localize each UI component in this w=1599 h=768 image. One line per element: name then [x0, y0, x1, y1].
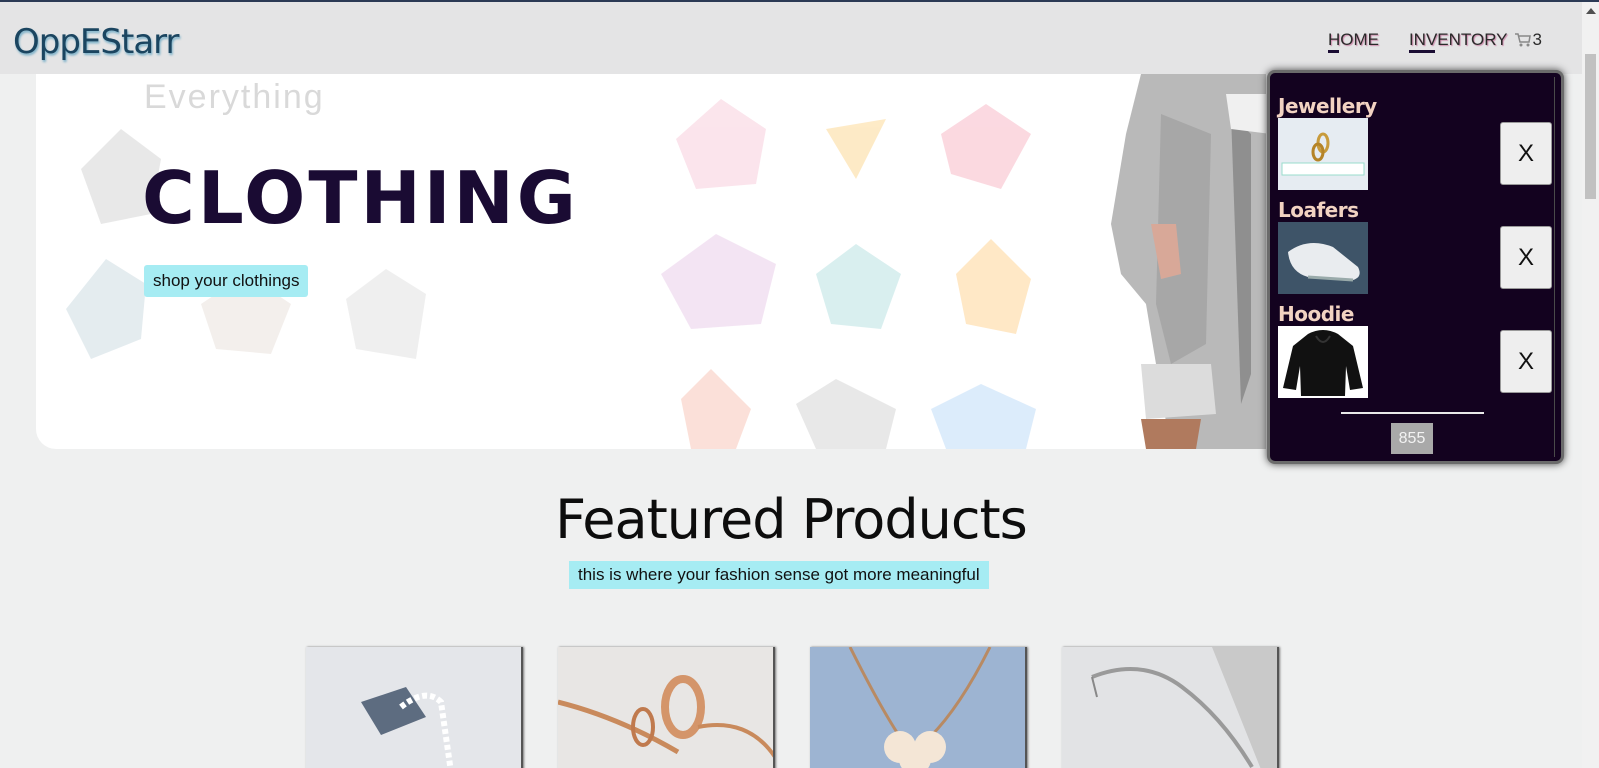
hero-subtitle: Everything — [144, 78, 325, 116]
product-image — [558, 647, 773, 768]
cart-divider — [1341, 412, 1484, 414]
product-card[interactable] — [1062, 647, 1279, 768]
jewellery-thumbnail — [1278, 118, 1368, 190]
nav-home-label: HOME — [1327, 30, 1379, 49]
gem-icon — [676, 99, 766, 189]
nav-underline — [1408, 50, 1435, 53]
featured-title: Featured Products — [555, 488, 1028, 551]
remove-item-button[interactable]: X — [1500, 122, 1552, 185]
scroll-thumb[interactable] — [1585, 54, 1596, 199]
gem-icon — [816, 244, 901, 329]
gem-icon — [661, 234, 776, 329]
product-card[interactable] — [810, 647, 1027, 768]
loafers-thumbnail — [1278, 222, 1368, 294]
hoodie-thumbnail — [1278, 326, 1368, 398]
remove-item-button[interactable]: X — [1500, 226, 1552, 289]
cart-icon[interactable] — [1514, 32, 1532, 48]
cart-item: Hoodie X — [1278, 302, 1558, 406]
product-image — [306, 647, 521, 768]
cart-item-name: Jewellery — [1278, 94, 1377, 118]
site-header: OppEStarr HOME INVENTORY 3 — [0, 2, 1582, 74]
page-scrollbar[interactable] — [1582, 2, 1599, 768]
nav-inventory-label: INVENTORY — [1408, 30, 1508, 49]
main-nav: HOME INVENTORY 3 — [1298, 30, 1542, 53]
cart-total: 855 — [1391, 423, 1433, 454]
nav-home[interactable]: HOME — [1327, 30, 1379, 53]
hero-banner: Everything CLOTHING shop your clothings — [36, 74, 1266, 449]
gem-icon — [941, 104, 1031, 189]
featured-subtitle: this is where your fashion sense got mor… — [569, 561, 989, 589]
cart-item: Loafers X — [1278, 198, 1558, 302]
nav-inventory[interactable]: INVENTORY — [1408, 30, 1508, 53]
gem-icon — [931, 384, 1036, 449]
product-card[interactable] — [306, 647, 523, 768]
product-image — [1062, 647, 1277, 768]
gem-icon — [956, 239, 1031, 334]
shop-clothings-button[interactable]: shop your clothings — [144, 265, 309, 297]
gem-icon — [346, 269, 426, 359]
remove-item-button[interactable]: X — [1500, 330, 1552, 393]
product-image — [810, 647, 1025, 768]
product-card[interactable] — [558, 647, 775, 768]
cart-count: 3 — [1532, 30, 1542, 49]
site-logo[interactable]: OppEStarr — [13, 22, 180, 62]
cart-item: Jewellery X — [1278, 94, 1558, 198]
hoodie-model-image — [1111, 74, 1266, 449]
gem-icon — [681, 369, 751, 449]
cart-item-name: Loafers — [1278, 198, 1359, 222]
gem-icon — [826, 119, 886, 179]
cart-dropdown: Jewellery X Loafers X Hoodie X 855 — [1267, 70, 1564, 464]
gem-icon — [796, 379, 896, 449]
cart-item-name: Hoodie — [1278, 302, 1354, 326]
scroll-up-arrow-icon[interactable] — [1586, 8, 1596, 14]
hero-title: CLOTHING — [142, 156, 579, 240]
nav-underline — [1327, 50, 1339, 53]
gem-icon — [66, 259, 146, 359]
